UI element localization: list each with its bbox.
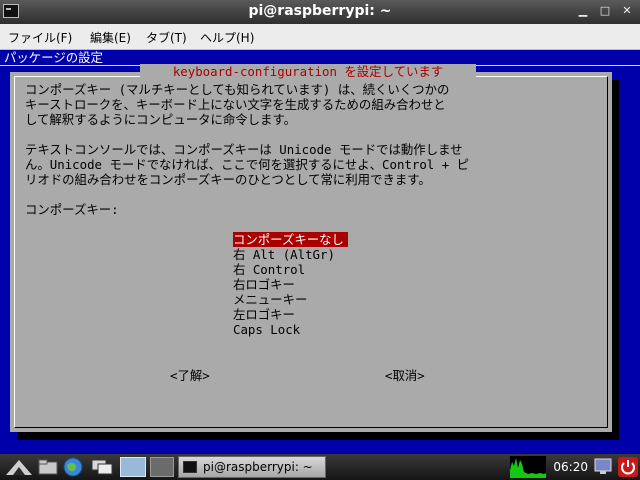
menu-tabs[interactable]: タブ(T) [146,29,187,46]
option-item[interactable]: Caps Lock [233,322,348,337]
option-item[interactable]: メニューキー [233,292,348,307]
dialog-title: keyboard-configuration を設定しています [140,64,476,80]
window-switch-icon[interactable] [90,458,114,476]
option-item[interactable]: 右ロゴキー [233,277,348,292]
paragraph-line: ん。Unicode モードでなければ、ここで何を選択するにせよ、Control … [25,157,470,172]
terminal-area[interactable]: パッケージの設定 keyboard-configuration を設定しています… [0,50,640,454]
menu-launcher-icon[interactable] [4,457,34,477]
minimize-button[interactable]: ▁ [576,4,590,18]
window-controls: ▁ □ ✕ [576,4,634,18]
compose-key-options: コンポーズキーなし 右 Alt (AltGr) 右 Control 右ロゴキー … [233,232,348,337]
paragraph-line: テキストコンソールでは、コンポーズキーは Unicode モードでは動作しませ [25,142,463,157]
task-label: pi@raspberrypi: ~ [203,460,313,474]
maximize-button[interactable]: □ [598,4,612,18]
desktop-1-button[interactable] [120,457,146,477]
option-item[interactable]: 右 Control [233,262,348,277]
paragraph-line: キーストロークを、キーボード上にない文字を生成するための組み合わせと [25,97,446,112]
terminal-icon [183,461,197,473]
taskbar-task-terminal[interactable]: pi@raspberrypi: ~ [178,456,326,478]
header-text: パッケージの設定 [4,50,103,65]
taskbar: pi@raspberrypi: ~ 06:20 [0,454,640,480]
window-title: pi@raspberrypi: ~ [248,3,392,19]
option-item[interactable]: 左ロゴキー [233,307,348,322]
option-item-selected[interactable]: コンポーズキーなし [233,232,348,247]
file-manager-icon[interactable] [38,458,58,476]
menubar: ファイル(F) 編集(E) タブ(T) ヘルプ(H) [0,24,640,50]
menu-help[interactable]: ヘルプ(H) [200,29,254,46]
close-button[interactable]: ✕ [620,4,634,18]
screen-lock-icon[interactable] [594,458,612,476]
window-titlebar[interactable]: pi@raspberrypi: ~ ▁ □ ✕ [0,0,640,24]
option-item[interactable]: 右 Alt (AltGr) [233,247,348,262]
desktop-2-button[interactable] [150,457,174,477]
paragraph-line: リオドの組み合わせをコンポーズキーのひとつとして常に利用できます。 [25,172,431,187]
cancel-button[interactable]: <取消> [385,368,425,383]
web-browser-icon[interactable] [62,457,84,477]
ok-button[interactable]: <了解> [170,368,210,383]
paragraph-line: コンポーズキー (マルチキーとしても知られています) は、続くいくつかの [25,82,450,97]
compose-key-prompt: コンポーズキー: [25,202,119,217]
paragraph-line: して解釈するようにコンピュータに命令します。 [25,112,296,127]
menu-file[interactable]: ファイル(F) [8,29,72,46]
cpu-monitor-icon [510,456,546,478]
power-icon[interactable] [618,457,638,477]
config-dialog: keyboard-configuration を設定しています コンポーズキー … [10,64,612,432]
menu-edit[interactable]: 編集(E) [90,29,131,46]
clock[interactable]: 06:20 [553,460,588,474]
